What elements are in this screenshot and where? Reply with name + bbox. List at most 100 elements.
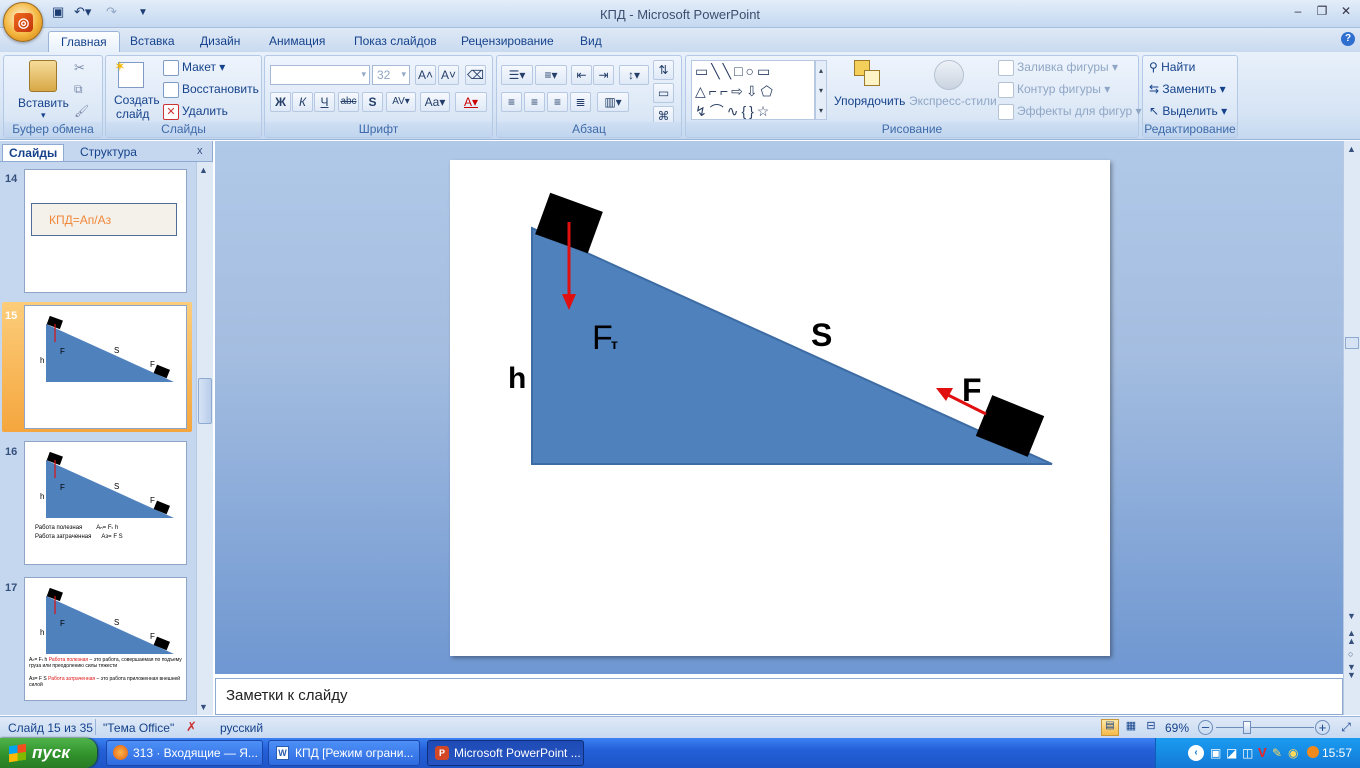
quick-styles-button[interactable]: Экспресс-стили	[909, 94, 997, 108]
tray-app-icon[interactable]: ✎	[1272, 746, 1282, 760]
label-ft[interactable]: F	[592, 319, 613, 357]
task-powerpoint[interactable]: Microsoft PowerPoint ...	[427, 740, 584, 766]
zoom-level[interactable]: 69%	[1165, 721, 1189, 735]
task-mail[interactable]: 313 · Входящие — Я...	[106, 740, 263, 766]
justify-button[interactable]: ≣	[570, 92, 591, 112]
format-painter-icon[interactable]: 🖌	[74, 104, 89, 118]
cut-icon[interactable]: ✂	[74, 60, 85, 76]
font-size-combo[interactable]: 32 ▾	[372, 65, 410, 85]
align-right-button[interactable]: ≡	[547, 92, 568, 112]
increase-indent-button[interactable]: ⇥	[593, 65, 614, 85]
scroll-thumb[interactable]	[1345, 337, 1359, 349]
shape-effects-button[interactable]: Эффекты для фигур	[1017, 104, 1132, 118]
numbering-button[interactable]: ≡▾	[535, 65, 567, 85]
slide-thumbnail-14[interactable]: КПД=Ап/Аз	[24, 169, 187, 293]
tray-app-icon[interactable]: ◫	[1242, 746, 1253, 760]
undo-icon[interactable]: ↶▾	[74, 4, 91, 22]
tray-app-icon[interactable]	[1307, 746, 1319, 758]
tab-animation[interactable]: Анимация	[257, 31, 337, 53]
next-slide-icon[interactable]: ▼ ▼	[1347, 663, 1356, 680]
scroll-up-icon[interactable]: ▲	[1347, 144, 1356, 154]
find-button[interactable]: Найти	[1161, 60, 1195, 74]
zoom-slider-track[interactable]	[1216, 727, 1314, 728]
restore-button[interactable]: ❐	[1311, 4, 1333, 20]
tray-expand-icon[interactable]: ‹	[1188, 745, 1204, 761]
scroll-up-icon[interactable]: ▲	[199, 165, 208, 175]
clock[interactable]: 15:57	[1322, 746, 1352, 760]
tab-view[interactable]: Вид	[568, 31, 614, 53]
prev-slide-icon[interactable]: ▲ ▲	[1347, 629, 1356, 646]
slide-sorter-button[interactable]: ▦	[1122, 719, 1140, 736]
paste-button[interactable]: Вставить	[18, 96, 69, 110]
shadow-button[interactable]: S	[362, 92, 383, 112]
align-center-button[interactable]: ≡	[524, 92, 545, 112]
change-case-button[interactable]: Aa▾	[420, 92, 450, 112]
select-browse-icon[interactable]: ○	[1348, 649, 1353, 659]
slide-thumbnail-17[interactable]: F S h F Аₙ= Fₜ h Работа полезная – это раб…	[24, 577, 187, 701]
replace-button[interactable]: Заменить	[1162, 82, 1216, 96]
shapes-scroll[interactable]: ▴ ▾ ▾	[815, 60, 827, 120]
notes-pane[interactable]: Заметки к слайду	[215, 678, 1343, 715]
tab-home[interactable]: Главная	[48, 31, 120, 53]
select-button[interactable]: Выделить	[1162, 104, 1217, 118]
task-kpd-doc[interactable]: КПД [Режим ограни...	[268, 740, 420, 766]
scroll-down-icon[interactable]: ▼	[1347, 611, 1356, 621]
label-f[interactable]: F	[962, 372, 982, 408]
tab-slideshow[interactable]: Показ слайдов	[342, 31, 449, 53]
redo-icon[interactable]: ↷	[106, 4, 117, 22]
copy-icon[interactable]: ⧉	[74, 82, 83, 97]
align-left-button[interactable]: ≡	[501, 92, 522, 112]
tab-design[interactable]: Дизайн	[188, 31, 252, 53]
tab-slides[interactable]: Слайды	[2, 144, 65, 161]
language-status[interactable]: русский	[220, 721, 263, 735]
spellcheck-icon[interactable]: ✗	[186, 719, 197, 735]
slide-thumbnail-16[interactable]: F S h F Работа полезная Аₙ= Fₜ h Работа зат…	[24, 441, 187, 565]
antivirus-icon[interactable]: V	[1258, 745, 1267, 760]
minimize-button[interactable]: –	[1287, 4, 1309, 20]
label-s[interactable]: S	[811, 317, 832, 353]
shape-fill-button[interactable]: Заливка фигуры	[1017, 60, 1109, 74]
reset-button[interactable]: Восстановить	[182, 82, 259, 96]
save-icon[interactable]: ▣	[52, 4, 64, 22]
slideshow-button[interactable]: ⊟	[1142, 719, 1160, 736]
char-spacing-button[interactable]: AV▾	[386, 92, 416, 112]
columns-button[interactable]: ▥▾	[597, 92, 629, 112]
scroll-down-icon[interactable]: ▼	[199, 702, 208, 712]
underline-button[interactable]: Ч	[314, 92, 335, 112]
align-text-button[interactable]: ▭	[653, 83, 674, 103]
current-slide[interactable]: h F т S F	[450, 160, 1110, 656]
grow-font-button[interactable]: A˄	[415, 65, 436, 85]
italic-button[interactable]: К	[292, 92, 313, 112]
paste-dropdown-icon[interactable]: ▾	[41, 110, 46, 121]
volume-icon[interactable]: ◉	[1288, 746, 1298, 760]
shape-outline-button[interactable]: Контур фигуры	[1017, 82, 1101, 96]
close-button[interactable]: ✕	[1335, 4, 1357, 20]
zoom-slider-thumb[interactable]	[1243, 721, 1251, 734]
office-button[interactable]: ◎	[3, 2, 43, 42]
bold-button[interactable]: Ж	[270, 92, 291, 112]
shapes-gallery[interactable]: ▭╲╲□○▭ △⌐⌐⇨⇩⬠ ↯⌒∿{}☆	[691, 60, 815, 120]
tab-outline[interactable]: Структура	[74, 144, 143, 161]
network-icon[interactable]: ▣	[1210, 746, 1221, 760]
new-slide-button[interactable]: Создать	[114, 93, 160, 107]
normal-view-button[interactable]: ▤	[1101, 719, 1119, 736]
scroll-thumb[interactable]	[198, 378, 212, 424]
slides-pane-scrollbar[interactable]: ▲ ▼	[196, 162, 213, 715]
main-scrollbar[interactable]: ▲ ▼ ▲ ▲ ○ ▼ ▼	[1343, 141, 1360, 715]
slide-thumbnail-15[interactable]: F S h F	[24, 305, 187, 429]
tray-app-icon[interactable]: ◪	[1226, 746, 1237, 760]
notes-placeholder[interactable]: Заметки к слайду	[226, 687, 348, 704]
fit-to-window-icon[interactable]: ⤢	[1338, 720, 1354, 735]
new-slide-label-2[interactable]: слайд	[116, 107, 149, 121]
clear-format-button[interactable]: ⌫	[465, 65, 486, 85]
layout-button[interactable]: Макет	[182, 60, 216, 74]
bullets-button[interactable]: ☰▾	[501, 65, 533, 85]
arrange-button[interactable]: Упорядочить	[834, 94, 905, 108]
zoom-in-icon[interactable]: +	[1315, 720, 1330, 735]
zoom-out-icon[interactable]: –	[1198, 720, 1213, 735]
help-icon[interactable]: ?	[1341, 32, 1355, 46]
label-h[interactable]: h	[508, 362, 526, 395]
shrink-font-button[interactable]: A˅	[438, 65, 459, 85]
tab-review[interactable]: Рецензирование	[449, 31, 566, 53]
delete-button[interactable]: Удалить	[182, 104, 228, 118]
